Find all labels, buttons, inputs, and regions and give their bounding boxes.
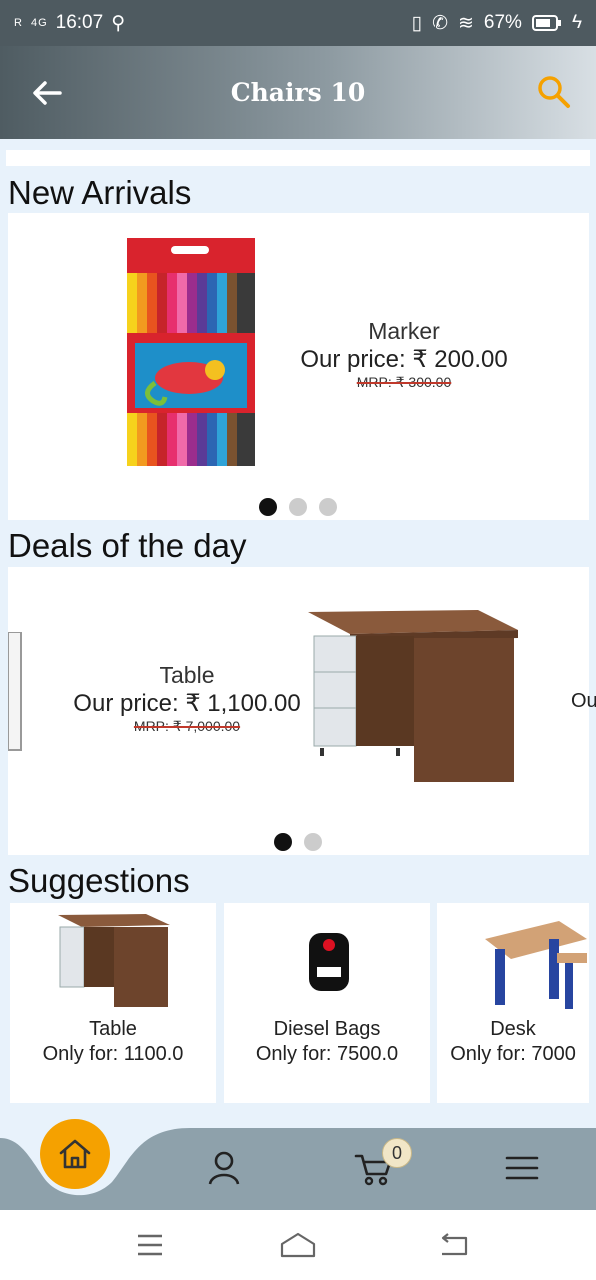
product-name: Table — [159, 662, 215, 688]
product-mrp: MRP: ₹ 7,000.00 — [133, 718, 241, 734]
suggestion-price: Only for: 7500.0 — [255, 1043, 399, 1065]
system-navigation-bar — [0, 1210, 596, 1280]
desk-thumbnail — [485, 921, 587, 1009]
new-arrivals-heading: New Arrivals — [8, 174, 192, 211]
carousel-dot[interactable] — [289, 498, 307, 516]
recent-apps-icon[interactable] — [130, 1230, 170, 1260]
suggestion-price: Only for: 1100.0 — [42, 1043, 184, 1065]
network-indicator: 4G — [30, 17, 48, 29]
charging-icon: ϟ — [571, 12, 582, 33]
whiteboard-peek-image[interactable] — [8, 632, 24, 752]
search-icon[interactable] — [536, 74, 572, 110]
search-strip — [6, 150, 590, 166]
profile-icon[interactable] — [206, 1150, 242, 1186]
carousel-dot[interactable] — [319, 498, 337, 516]
menu-icon[interactable] — [504, 1150, 540, 1186]
arrow-left-icon[interactable] — [30, 76, 64, 110]
cart-count-badge: 0 — [382, 1138, 412, 1168]
suggestions-heading: Suggestions — [8, 862, 190, 899]
new-arrivals-carousel-dots — [259, 498, 337, 516]
vibrate-icon: ▯ — [411, 12, 423, 34]
suggestion-price: Only for: 7000 — [450, 1043, 576, 1065]
marker-product-info: Marker Our price: ₹ 200.00 MRP: ₹ 300.00 — [290, 318, 518, 391]
table-deal-info: Table Our price: ₹ 1,100.00 MRP: ₹ 7,000… — [72, 662, 302, 735]
system-back-icon[interactable] — [434, 1230, 474, 1260]
deals-heading: Deals of the day — [8, 527, 247, 564]
marker-product-image[interactable] — [127, 238, 255, 466]
call-icon: ✆ — [432, 12, 448, 34]
app-bar: Chairs 10 — [0, 46, 596, 139]
home-icon — [59, 1139, 91, 1169]
suggestion-card[interactable]: Desk Only for: 7000 — [437, 903, 589, 1103]
suggestion-name: Diesel Bags — [273, 1018, 381, 1040]
usb-icon: ⚲ — [111, 12, 126, 34]
table-thumbnail — [58, 914, 170, 1007]
carousel-dot[interactable] — [274, 833, 292, 851]
suggestion-name: Desk — [490, 1018, 536, 1040]
backpack-thumbnail — [309, 933, 349, 991]
wifi-icon: ≋ — [457, 12, 474, 34]
battery-icon — [531, 15, 561, 31]
carousel-dot[interactable] — [259, 498, 277, 516]
next-deal-peek-text: Ou — [571, 690, 596, 712]
system-home-icon[interactable] — [278, 1230, 318, 1260]
suggestion-card[interactable]: Table Only for: 1100.0 — [10, 903, 216, 1103]
product-mrp: MRP: ₹ 300.00 — [356, 374, 452, 390]
page-title: Chairs 10 — [230, 78, 366, 107]
suggestion-name: Table — [89, 1018, 137, 1040]
clock: 16:07 — [55, 12, 104, 33]
status-bar: R 4G 16:07 ⚲ ▯ ✆ ≋ 67% ϟ — [0, 0, 596, 46]
deals-carousel-dots — [274, 833, 322, 851]
product-name: Marker — [368, 318, 440, 344]
product-price: Our price: ₹ 200.00 — [300, 346, 508, 373]
carousel-dot[interactable] — [304, 833, 322, 851]
product-price: Our price: ₹ 1,100.00 — [73, 690, 301, 717]
home-nav-button[interactable] — [40, 1119, 110, 1189]
signal-indicator: R — [14, 17, 23, 29]
battery-percent: 67% — [483, 12, 522, 33]
suggestion-card[interactable]: Diesel Bags Only for: 7500.0 — [224, 903, 430, 1103]
table-deal-image[interactable] — [306, 608, 520, 786]
